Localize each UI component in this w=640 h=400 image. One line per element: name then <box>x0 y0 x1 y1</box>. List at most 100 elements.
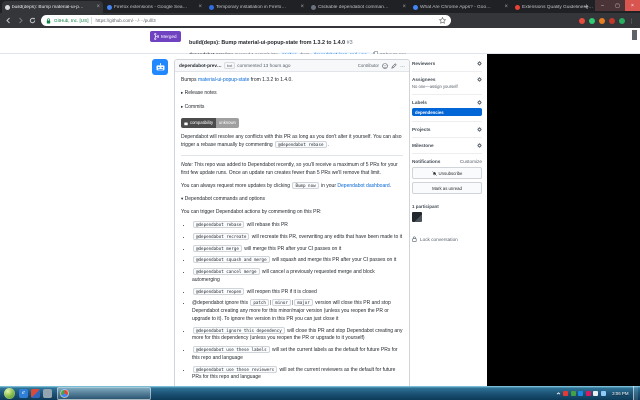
comment-card: dependabot-prev… bot commented 13 hours … <box>174 59 410 392</box>
bookmark-star-icon[interactable] <box>439 17 446 24</box>
details-toggle[interactable]: ▸ Release notes <box>181 90 403 98</box>
command-text: @dependabot merge will merge this PR aft… <box>192 244 341 252</box>
browser-tab[interactable]: build(deps): Bump material-ui-p… × <box>2 1 103 13</box>
browser-tab[interactable]: Temporary installation in Firefo… × <box>206 1 307 13</box>
tab-close-icon[interactable]: × <box>402 4 406 10</box>
browser-toolbar: GitHub, Inc. [US] https://github.com/···… <box>0 13 640 28</box>
command-text: @dependabot reopen will reopen this PR i… <box>192 287 317 295</box>
tab-list: build(deps): Bump material-ui-p… × Firef… <box>2 1 614 13</box>
tab-close-icon[interactable]: × <box>300 4 304 10</box>
tray-icon[interactable] <box>563 390 569 396</box>
active-task-button[interactable] <box>57 386 151 400</box>
sidebar-section-header[interactable]: Milestone <box>412 143 482 148</box>
extension-icon[interactable] <box>579 17 585 24</box>
browser-tab-strip: build(deps): Bump material-ui-p… × Firef… <box>0 0 640 13</box>
browser-tab[interactable]: Clickable dependabot comman… × <box>308 1 409 13</box>
command-text: @dependabot ignore this dependency will … <box>192 326 403 342</box>
tab-close-icon[interactable]: × <box>504 4 508 10</box>
extension-icon[interactable] <box>599 17 605 24</box>
desktop-screen: build(deps): Bump material-ui-p… × Firef… <box>0 0 640 400</box>
command-item: @dependabot cancel merge will cancel a p… <box>192 268 403 285</box>
comment-body: Bumps material-ui-popup-state from 1.3.2… <box>175 72 409 391</box>
hidden-icons-arrow[interactable] <box>556 391 561 396</box>
extension-icon[interactable] <box>589 17 595 24</box>
lock-conversation[interactable]: Lock conversation <box>412 236 482 242</box>
maximize-button[interactable]: ▢ <box>610 0 625 11</box>
command-text: @dependabot cancel merge will cancel a p… <box>192 268 375 283</box>
updates-paragraph: You can always request more updates by c… <box>181 181 392 189</box>
dependabot-shield-icon <box>184 122 188 125</box>
gear-icon[interactable] <box>477 77 482 82</box>
notifications-header: Notifications <box>412 159 441 164</box>
gear-icon[interactable] <box>477 127 482 132</box>
gear-icon[interactable] <box>477 100 482 105</box>
kebab-menu-icon[interactable]: … <box>400 63 405 69</box>
explorer-icon[interactable] <box>43 388 52 398</box>
chrome-icon <box>60 388 69 398</box>
label-chip[interactable]: dependencies <box>412 108 482 116</box>
pr-sticky-header: Merged build(deps): Bump material-ui-pop… <box>0 28 640 57</box>
contributor-badge: Contributor <box>357 63 379 68</box>
tab-close-icon[interactable]: × <box>198 4 202 10</box>
windows-taskbar: e 3:06 PM <box>0 386 640 400</box>
command-item: @dependabot recreate will recreate this … <box>192 232 403 242</box>
compatibility-badge[interactable]: compatibility unknown <box>181 118 239 128</box>
start-button[interactable] <box>4 387 15 399</box>
mark-as-unread-button[interactable]: Mark as unread <box>412 182 482 194</box>
commands-summary-toggle[interactable]: ▾ Dependabot commands and options <box>181 196 403 204</box>
internet-explorer-icon[interactable]: e <box>19 388 28 398</box>
back-icon[interactable] <box>5 17 12 24</box>
command-item: @dependabot use these reviewers will set… <box>192 365 403 383</box>
refresh-icon[interactable] <box>29 17 36 24</box>
sidebar-section: Milestone <box>412 138 482 154</box>
tray-icon[interactable] <box>570 390 576 396</box>
browser-menu-icon[interactable]: … <box>629 18 635 24</box>
sidebar-section-header[interactable]: Projects <box>412 127 482 132</box>
robot-icon <box>156 62 164 70</box>
volume-icon[interactable] <box>593 390 599 396</box>
disclosure-triangle-icon: ▸ <box>181 103 184 109</box>
tab-favicon-icon <box>107 4 112 10</box>
address-bar[interactable]: GitHub, Inc. [US] https://github.com/···… <box>41 15 451 26</box>
command-item: @dependabot ignore this dependency will … <box>192 326 403 344</box>
extension-icon[interactable] <box>609 17 615 24</box>
gear-icon[interactable] <box>477 143 482 148</box>
details-toggle[interactable]: ▸ Commits <box>181 104 403 112</box>
participant-avatar[interactable] <box>412 212 422 222</box>
sidebar-section-header[interactable]: Reviewers <box>412 61 482 66</box>
comment-author[interactable]: dependabot-prev… <box>179 63 222 68</box>
show-desktop-button[interactable] <box>633 386 638 400</box>
close-button[interactable]: × <box>625 0 640 11</box>
comment-header: dependabot-prev… bot commented 13 hours … <box>175 60 409 72</box>
command-text: @dependabot rebase will rebase this PR <box>192 221 288 228</box>
gear-icon[interactable] <box>477 61 482 66</box>
command-text: @dependabot use these reviewers will set… <box>192 365 396 381</box>
forward-icon[interactable] <box>17 17 24 24</box>
command-item: @dependabot merge will merge this PR aft… <box>192 244 403 254</box>
new-tab-button[interactable]: + <box>582 2 591 11</box>
ev-lock-icon <box>46 17 51 23</box>
comment-timestamp[interactable]: commented 13 hours ago <box>237 63 290 68</box>
dependabot-avatar[interactable] <box>152 59 168 75</box>
network-icon[interactable] <box>600 390 606 396</box>
bot-badge: bot <box>223 62 236 69</box>
tray-icon[interactable] <box>585 390 591 396</box>
scrollbar-thumb[interactable] <box>632 30 637 40</box>
browser-tab[interactable]: Firefox extensions - Google Sea… × <box>104 1 205 13</box>
tab-close-icon[interactable]: × <box>96 4 100 10</box>
commands-intro: You can trigger Dependabot actions by co… <box>181 209 322 216</box>
pr-sidebar: Reviewers Assignees No one—assign yourse… <box>412 56 482 242</box>
tray-icon[interactable] <box>578 390 584 396</box>
taskbar-clock[interactable]: 3:06 PM <box>612 391 628 396</box>
unsubscribe-button[interactable]: Unsubscribe <box>412 167 482 179</box>
sidebar-section-header[interactable]: Labels <box>412 100 482 105</box>
edit-pencil-icon[interactable] <box>391 62 397 69</box>
customize-link[interactable]: Customize <box>460 159 482 164</box>
quick-launch-icon[interactable] <box>31 388 40 398</box>
sidebar-section-value[interactable]: No one—assign yourself <box>412 84 482 89</box>
extension-icon[interactable] <box>619 17 625 24</box>
browser-tab[interactable]: What Are Chrome Apps? - Goo… × <box>410 1 511 13</box>
minimize-button[interactable]: – <box>595 0 610 11</box>
smiley-reaction-icon[interactable] <box>382 62 388 69</box>
sidebar-section-header[interactable]: Assignees <box>412 77 482 82</box>
